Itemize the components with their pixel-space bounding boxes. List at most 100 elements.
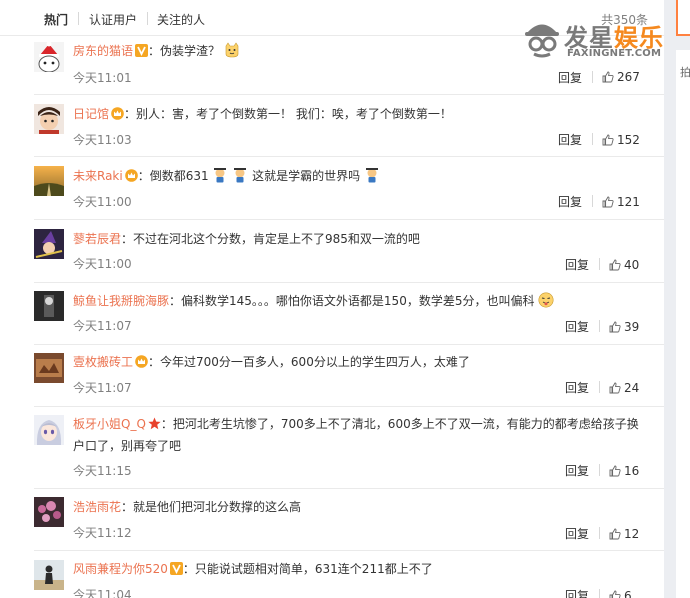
avatar-brown-photo-icon (34, 353, 64, 383)
avatar-witch-icon (34, 229, 64, 259)
comment-content: 壹枚搬砖工 ：今年过700分一百多人，600分以上的学生四万人，太难了 (73, 351, 648, 373)
avatar-sunset-road-icon (34, 166, 64, 196)
comment-text: 这就是学霸的世界吗 (248, 169, 361, 183)
reply-button[interactable]: 回复 (565, 318, 589, 335)
action-separator (599, 381, 600, 393)
comment-item: 风雨兼程为你520 ：只能说试题相对简单，631连个211都上不了 今天11:04… (0, 551, 664, 598)
crown-badge-icon (124, 169, 138, 182)
like-count: 39 (624, 320, 640, 334)
like-button[interactable]: 6 (609, 589, 632, 598)
thumbs-up-icon (609, 382, 621, 394)
tab-separator (78, 12, 79, 25)
verified-yellow-v-icon (135, 44, 149, 57)
like-count: 24 (624, 381, 640, 395)
comment-username[interactable]: 壹枚搬砖工 (73, 355, 133, 369)
comment-content: 未来Raki ：倒数都631 这就是学霸的世界吗 (73, 165, 648, 187)
comment-time: 今天11:04 (73, 588, 132, 598)
like-button[interactable]: 121 (602, 195, 640, 209)
reply-button[interactable]: 回复 (565, 587, 589, 598)
crown-badge-icon (135, 355, 148, 368)
comment-content: 蓼若辰君：不过在河北这个分数，肯定是上不了985和双一流的吧 (73, 228, 648, 250)
reply-button[interactable]: 回复 (558, 193, 582, 210)
comment-time: 今天11:15 (73, 464, 132, 478)
reply-button[interactable]: 回复 (565, 379, 589, 396)
student-emoji-icon (234, 168, 247, 183)
comment-item: 未来Raki ：倒数都631 这就是学霸的世界吗 今天11:00 回复 121 (0, 157, 664, 220)
avatar-flowers-icon (34, 497, 64, 527)
comment-text: ：就是他们把河北分数撑的这么高 (121, 500, 302, 514)
comment-username[interactable]: 蓼若辰君 (73, 232, 121, 246)
comment-username[interactable]: 鲸鱼让我掰腕海豚 (73, 294, 169, 308)
comment-time: 今天11:00 (73, 195, 132, 209)
like-button[interactable]: 152 (602, 133, 640, 147)
right-sidebar-card (676, 0, 690, 36)
like-button[interactable]: 24 (609, 381, 639, 395)
comment-item: 浩浩雨花：就是他们把河北分数撑的这么高 今天11:12 回复 12 (0, 489, 664, 551)
comment-content: 浩浩雨花：就是他们把河北分数撑的这么高 (73, 496, 648, 518)
comment-time: 今天11:00 (73, 257, 132, 271)
comment-username[interactable]: 浩浩雨花 (73, 500, 121, 514)
thumbs-up-icon (609, 528, 621, 540)
reply-button[interactable]: 回复 (558, 69, 582, 86)
comment-time: 今天11:07 (73, 381, 132, 395)
crown-badge-icon (111, 107, 124, 120)
watermark-domain: FAXINGNET.COM (567, 48, 662, 59)
comment-time: 今天11:12 (73, 526, 132, 540)
like-button[interactable]: 12 (609, 527, 639, 541)
avatar[interactable] (34, 42, 64, 72)
avatar[interactable] (34, 104, 64, 134)
avatar-santa-cat-icon (34, 42, 64, 72)
right-sidebar-fragment: 拍 (680, 66, 690, 79)
thumbs-up-icon (609, 590, 621, 598)
like-button[interactable]: 40 (609, 258, 639, 272)
thumbs-up-icon (602, 71, 614, 83)
comment-item: 蓼若辰君：不过在河北这个分数，肯定是上不了985和双一流的吧 今天11:00 回… (0, 220, 664, 283)
avatar[interactable] (34, 291, 64, 321)
avatar[interactable] (34, 353, 64, 383)
avatar[interactable] (34, 229, 64, 259)
comment-text: ：伪装学渣？ (148, 44, 221, 58)
comment-item: 壹枚搬砖工 ：今年过700分一百多人，600分以上的学生四万人，太难了 今天11:… (0, 345, 664, 407)
thumbs-up-icon (602, 134, 614, 146)
comment-text: ：别人：害，考了个倒数第一！ 我们：唉，考了个倒数第一！ (124, 107, 452, 121)
action-separator (599, 527, 600, 539)
comment-username[interactable]: 风雨兼程为你520 (73, 562, 168, 576)
comment-username[interactable]: 日记馆 (73, 107, 109, 121)
comment-content: 板牙小姐Q_Q ：把河北考生坑惨了，700多上不了清北，600多上不了双一流，有能… (73, 413, 648, 457)
comment-username[interactable]: 未来Raki (73, 169, 123, 183)
comment-content: 风雨兼程为你520 ：只能说试题相对简单，631连个211都上不了 (73, 558, 648, 580)
comment-text: ：不过在河北这个分数，肯定是上不了985和双一流的吧 (121, 232, 420, 246)
avatar[interactable] (34, 560, 64, 590)
avatar[interactable] (34, 415, 64, 445)
thumbs-up-icon (602, 196, 614, 208)
right-sidebar-panel: 拍 (676, 50, 690, 598)
comment-username[interactable]: 房东的猫语 (73, 44, 133, 58)
comment-text-continued: 户口了，别再夸了吧 (73, 439, 182, 453)
reply-button[interactable]: 回复 (565, 462, 589, 479)
reply-button[interactable]: 回复 (558, 131, 582, 148)
comment-text: ：偏科数学145。。。哪怕你语文外语都是150，数学差5分，也叫偏科 (169, 294, 535, 308)
reply-button[interactable]: 回复 (565, 256, 589, 273)
reply-button[interactable]: 回复 (565, 525, 589, 542)
avatar-beach-person-icon (34, 560, 64, 590)
student-emoji-icon (365, 168, 378, 183)
like-button[interactable]: 267 (602, 70, 640, 84)
thumbs-up-icon (609, 465, 621, 477)
avatar[interactable] (34, 497, 64, 527)
cat-face-emoji-icon (225, 42, 239, 58)
avatar[interactable] (34, 166, 64, 196)
action-separator (592, 133, 593, 145)
like-button[interactable]: 39 (609, 320, 639, 334)
thumbs-up-icon (609, 321, 621, 333)
tab-verified-users[interactable]: 认证用户 (89, 11, 137, 28)
like-button[interactable]: 16 (609, 464, 639, 478)
comment-username[interactable]: 板牙小姐Q_Q (73, 417, 146, 431)
comment-item: 日记馆 ：别人：害，考了个倒数第一！ 我们：唉，考了个倒数第一！ 今天11:03 … (0, 95, 664, 157)
avatar-anime-girl-icon (34, 415, 64, 445)
star-badge-icon (148, 417, 161, 430)
like-count: 6 (624, 589, 632, 598)
action-separator (592, 195, 593, 207)
tab-hot[interactable]: 热门 (44, 11, 68, 28)
comment-time: 今天11:07 (73, 319, 132, 333)
tab-following[interactable]: 关注的人 (157, 11, 205, 28)
